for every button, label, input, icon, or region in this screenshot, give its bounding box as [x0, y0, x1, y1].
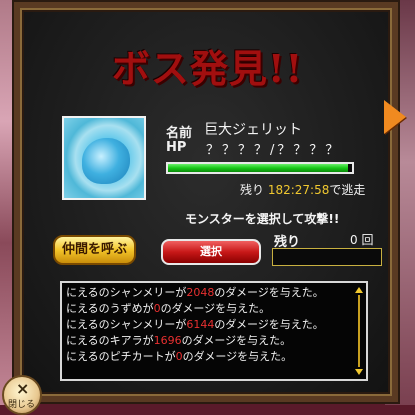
log-scrollbar[interactable]	[355, 287, 363, 375]
close-icon: ×	[16, 379, 30, 398]
call-friends-button[interactable]: 仲間を呼ぶ	[53, 235, 136, 265]
remaining-count: 0 回	[350, 233, 374, 247]
log-entry: にえるのシャンメリーが2048のダメージを与えた。	[66, 286, 324, 299]
remaining-box	[272, 248, 382, 266]
select-button[interactable]: 選択	[161, 239, 261, 265]
scroll-down-icon[interactable]	[355, 369, 363, 375]
boss-name: 巨大ジェリット	[204, 122, 302, 138]
log-entry: にえるのシャンメリーが6144のダメージを与えた。	[66, 318, 324, 331]
log-entry: にえるのピチカートが0のダメージを与えた。	[66, 350, 293, 363]
close-label: 閉じる	[8, 400, 36, 410]
scroll-up-icon[interactable]	[355, 287, 363, 293]
timer-suffix: で逃走	[329, 183, 366, 197]
jelly-image	[82, 138, 130, 184]
escape-timer: 残り 182:27:58で逃走	[240, 181, 365, 198]
battle-log[interactable]: にえるのシャンメリーが2048のダメージを与えた。 にえるのうずめが0のダメージ…	[60, 281, 368, 381]
scroll-track	[358, 295, 360, 367]
close-button[interactable]: × 閉じる	[2, 375, 42, 415]
timer-prefix: 残り	[240, 183, 265, 197]
hp-value: ？？？？/？？？？	[206, 143, 342, 158]
name-label: 名前	[166, 126, 193, 141]
log-entry: にえるのうずめが0のダメージを与えた。	[66, 302, 271, 315]
dialog-title: ボス発見!!	[111, 46, 304, 91]
hp-bar	[166, 162, 354, 174]
next-arrow-icon[interactable]	[384, 100, 406, 134]
hp-bar-fill	[168, 164, 349, 172]
timer-value: 182:27:58	[267, 183, 330, 197]
hp-label: HP	[166, 140, 187, 155]
select-instruction: モンスターを選択して攻撃!!	[185, 212, 340, 226]
boss-portrait	[62, 116, 146, 200]
log-entry: にえるのキアラが1696のダメージを与えた。	[66, 334, 292, 347]
